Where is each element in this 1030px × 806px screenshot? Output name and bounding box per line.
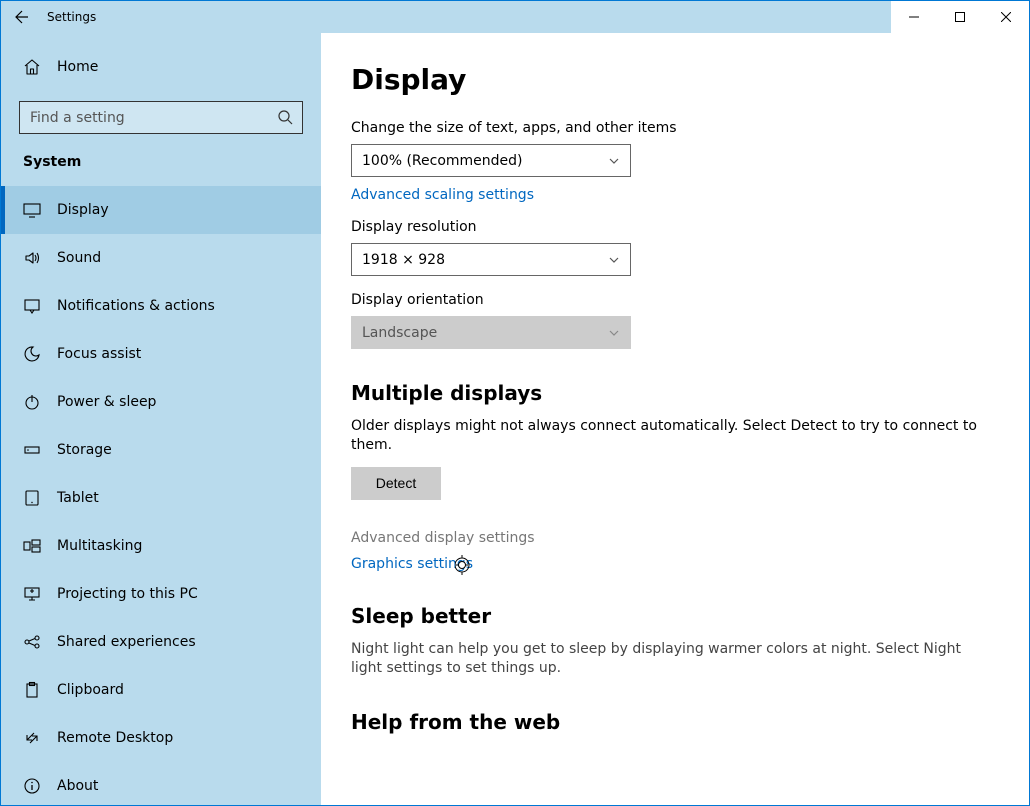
sidebar-category: System <box>1 148 321 176</box>
display-icon <box>23 201 41 219</box>
sidebar-item-tablet[interactable]: Tablet <box>1 474 321 522</box>
sidebar-item-label: Remote Desktop <box>57 730 173 746</box>
arrow-left-icon <box>14 9 30 25</box>
remote-desktop-icon <box>23 729 41 747</box>
minimize-button[interactable] <box>891 1 937 33</box>
sidebar-item-label: About <box>57 778 98 794</box>
chevron-down-icon <box>608 254 620 266</box>
sidebar-home[interactable]: Home <box>1 43 321 91</box>
back-button[interactable] <box>1 1 43 33</box>
sidebar-item-power-sleep[interactable]: Power & sleep <box>1 378 321 426</box>
sound-icon <box>23 249 41 267</box>
content: Display Change the size of text, apps, a… <box>321 33 1029 805</box>
maximize-button[interactable] <box>937 1 983 33</box>
scale-value: 100% (Recommended) <box>362 153 523 169</box>
sidebar-home-label: Home <box>57 59 98 75</box>
sidebar-item-label: Focus assist <box>57 346 141 362</box>
resolution-label: Display resolution <box>351 219 999 235</box>
sidebar-item-label: Notifications & actions <box>57 298 215 314</box>
sidebar-item-label: Storage <box>57 442 112 458</box>
resolution-select[interactable]: 1918 × 928 <box>351 243 631 276</box>
storage-icon <box>23 441 41 459</box>
sidebar-item-about[interactable]: About <box>1 762 321 805</box>
notifications-icon <box>23 297 41 315</box>
sidebar-item-label: Shared experiences <box>57 634 196 650</box>
scale-select[interactable]: 100% (Recommended) <box>351 144 631 177</box>
detect-button[interactable]: Detect <box>351 467 441 500</box>
sidebar-item-focus-assist[interactable]: Focus assist <box>1 330 321 378</box>
titlebar: Settings <box>1 1 1029 33</box>
chevron-down-icon <box>608 327 620 339</box>
resolution-value: 1918 × 928 <box>362 252 445 268</box>
clipboard-icon <box>23 681 41 699</box>
sidebar-item-clipboard[interactable]: Clipboard <box>1 666 321 714</box>
sidebar-item-sound[interactable]: Sound <box>1 234 321 282</box>
sidebar-item-label: Display <box>57 202 109 218</box>
sidebar-item-label: Projecting to this PC <box>57 586 198 602</box>
graphics-settings-link[interactable]: Graphics settings <box>351 556 999 572</box>
advanced-scaling-link[interactable]: Advanced scaling settings <box>351 187 999 203</box>
sidebar: Home System Display Sound Notifications … <box>1 33 321 805</box>
page-title: Display <box>351 63 999 96</box>
sleep-better-heading: Sleep better <box>351 604 999 628</box>
orientation-select: Landscape <box>351 316 631 349</box>
sidebar-item-label: Power & sleep <box>57 394 156 410</box>
search-input[interactable] <box>19 101 303 134</box>
sidebar-item-label: Sound <box>57 250 101 266</box>
maximize-icon <box>955 12 965 22</box>
sidebar-item-multitasking[interactable]: Multitasking <box>1 522 321 570</box>
sidebar-item-label: Tablet <box>57 490 99 506</box>
close-icon <box>1001 12 1011 22</box>
sidebar-item-storage[interactable]: Storage <box>1 426 321 474</box>
projecting-icon <box>23 585 41 603</box>
power-icon <box>23 393 41 411</box>
help-from-web-heading: Help from the web <box>351 710 999 734</box>
shared-experiences-icon <box>23 633 41 651</box>
orientation-value: Landscape <box>362 325 437 341</box>
minimize-icon <box>909 12 919 22</box>
tablet-icon <box>23 489 41 507</box>
focus-assist-icon <box>23 345 41 363</box>
sidebar-item-shared-experiences[interactable]: Shared experiences <box>1 618 321 666</box>
search-container <box>19 101 303 134</box>
multiple-displays-desc: Older displays might not always connect … <box>351 417 991 455</box>
multitasking-icon <box>23 537 41 555</box>
scale-label: Change the size of text, apps, and other… <box>351 120 999 136</box>
sidebar-item-display[interactable]: Display <box>1 186 321 234</box>
sleep-better-desc: Night light can help you get to sleep by… <box>351 640 991 678</box>
sidebar-item-label: Multitasking <box>57 538 142 554</box>
sidebar-item-remote-desktop[interactable]: Remote Desktop <box>1 714 321 762</box>
orientation-label: Display orientation <box>351 292 999 308</box>
about-icon <box>23 777 41 795</box>
sidebar-nav: Display Sound Notifications & actions Fo… <box>1 186 321 805</box>
chevron-down-icon <box>608 155 620 167</box>
close-button[interactable] <box>983 1 1029 33</box>
search-icon <box>277 109 293 125</box>
sidebar-item-projecting[interactable]: Projecting to this PC <box>1 570 321 618</box>
multiple-displays-heading: Multiple displays <box>351 381 999 405</box>
advanced-display-link[interactable]: Advanced display settings <box>351 530 999 546</box>
sidebar-item-notifications[interactable]: Notifications & actions <box>1 282 321 330</box>
sidebar-item-label: Clipboard <box>57 682 124 698</box>
home-icon <box>23 58 41 76</box>
app-title: Settings <box>47 10 96 24</box>
